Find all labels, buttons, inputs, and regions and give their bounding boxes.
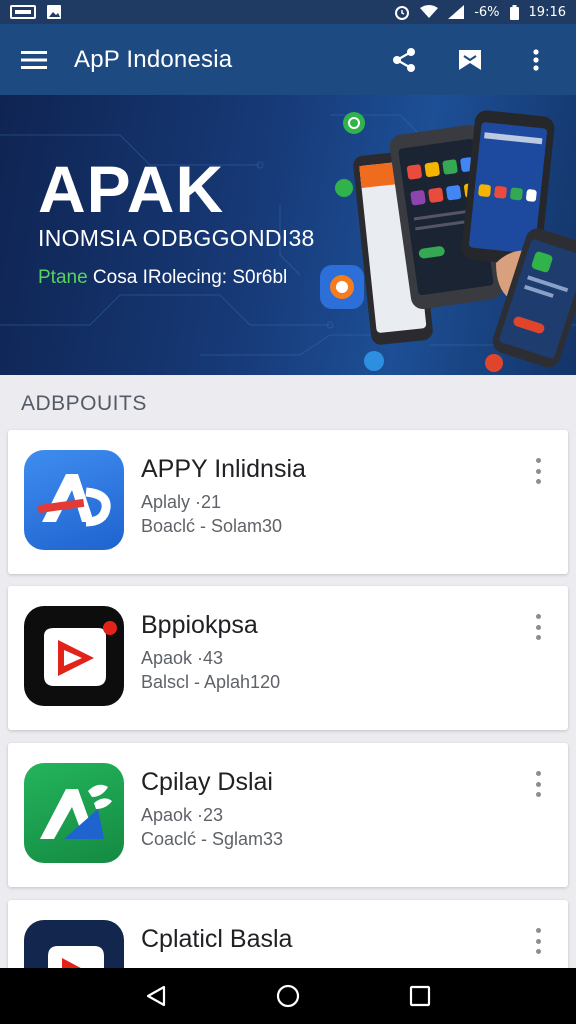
flag-icon[interactable] bbox=[456, 46, 484, 74]
banner-subtitle: INOMSIA ODBGGONDI38 bbox=[38, 225, 315, 251]
back-icon[interactable] bbox=[142, 982, 170, 1010]
recents-icon[interactable] bbox=[406, 982, 434, 1010]
status-bar: -6% 19:16 bbox=[0, 0, 576, 24]
battery-percent: -6% bbox=[474, 4, 500, 20]
home-icon[interactable] bbox=[274, 982, 302, 1010]
app-name: Cpilay Dslai bbox=[141, 768, 273, 796]
app-card-1[interactable]: APPY Inlidnsia Aplaly ·21 Boaclć - Solam… bbox=[8, 430, 568, 574]
app-name: Bppiokpsa bbox=[141, 611, 258, 639]
notification-icon bbox=[10, 5, 36, 19]
app-meta: Apaok ·23 bbox=[141, 805, 224, 825]
navigation-bar bbox=[0, 968, 576, 1024]
app-a-icon bbox=[24, 450, 124, 550]
app-card-3[interactable]: Cpilay Dslai Apaok ·23 Coaclć - Sglam33 bbox=[8, 743, 568, 887]
clock: 19:16 bbox=[528, 4, 566, 20]
image-icon bbox=[47, 5, 61, 19]
battery-icon bbox=[509, 4, 519, 20]
app-meta: Apaok ·43 bbox=[141, 648, 224, 668]
app-category: Boaclć - Solam30 bbox=[141, 516, 283, 536]
banner-tagline: Ptane Cosa IRolecing: S0r6bl bbox=[38, 267, 287, 289]
more-vert-icon[interactable] bbox=[522, 46, 550, 74]
menu-icon[interactable] bbox=[20, 46, 48, 74]
banner-tagline-rest: Cosa IRolecing: S0r6bl bbox=[87, 267, 288, 288]
alarm-icon bbox=[395, 6, 410, 20]
more-vert-icon[interactable] bbox=[526, 456, 550, 486]
app-leaf-icon bbox=[24, 763, 124, 863]
banner-tagline-green: Ptane bbox=[38, 267, 88, 288]
app-category: Coaclć - Sglam33 bbox=[141, 829, 284, 849]
wifi-icon bbox=[420, 5, 439, 18]
share-icon[interactable] bbox=[390, 46, 418, 74]
promo-banner[interactable]: APAK INOMSIA ODBGGONDI38 Ptane Cosa IRol… bbox=[0, 95, 576, 375]
signal-icon bbox=[448, 5, 465, 19]
phones-illustration bbox=[320, 110, 576, 372]
app-bar: ApP Indonesia bbox=[0, 24, 576, 95]
app-title: ApP Indonesia bbox=[74, 45, 233, 73]
section-title: ADBPOUITS bbox=[21, 392, 147, 415]
app-name: APPY Inlidnsia bbox=[141, 455, 306, 483]
more-vert-icon[interactable] bbox=[526, 769, 550, 799]
app-meta: Aplaly ·21 bbox=[141, 492, 222, 512]
more-vert-icon[interactable] bbox=[526, 926, 550, 956]
banner-title: APAK bbox=[38, 152, 225, 226]
play-icon bbox=[24, 606, 124, 706]
more-vert-icon[interactable] bbox=[526, 612, 550, 642]
app-category: Balscl - Aplah120 bbox=[141, 672, 281, 692]
app-name: Cplaticl Basla bbox=[141, 925, 293, 953]
app-card-2[interactable]: Bppiokpsa Apaok ·43 Balscl - Aplah120 bbox=[8, 586, 568, 730]
